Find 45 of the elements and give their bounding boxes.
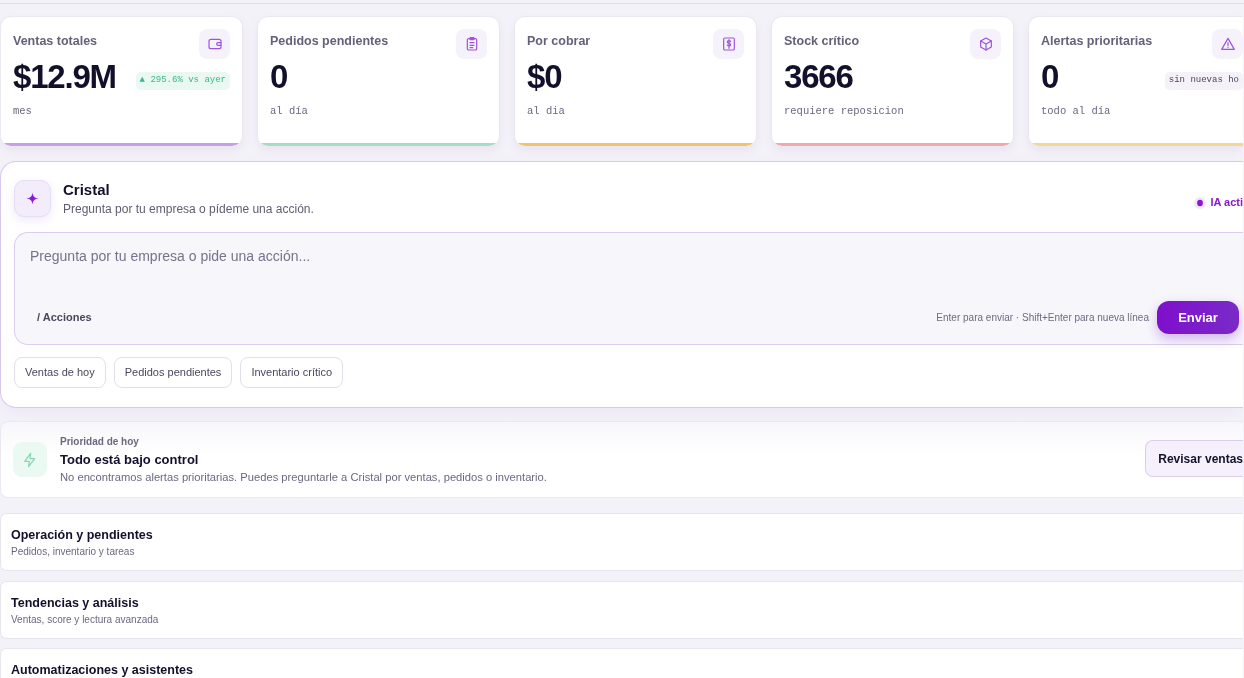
assistant-name: Cristal xyxy=(63,180,111,199)
assistant-subtitle: Pregunta por tu empresa o pídeme una acción. xyxy=(63,200,314,217)
priority-eyebrow: Prioridad de hoy xyxy=(60,434,140,448)
section-title: Automatizaciones y asistentes xyxy=(11,662,194,678)
stat-note: al dia xyxy=(527,104,566,119)
stat-label: Alertas prioritarias xyxy=(1041,33,1153,49)
wallet-icon xyxy=(206,36,223,52)
actions-link[interactable]: / Acciones xyxy=(37,309,92,326)
stat-value: 0 xyxy=(1041,59,1059,95)
dollar-note-icon xyxy=(720,36,737,52)
priority-title: Todo está bajo control xyxy=(60,450,200,468)
stat-value: 0 xyxy=(270,59,288,95)
stat-note: mes xyxy=(13,104,33,119)
trend-tag: ▲ 295.6% vs ayer xyxy=(135,72,230,90)
keyboard-hint: Enter para enviar · Shift+Enter para nueva línea xyxy=(936,311,1149,325)
warning-triangle-icon xyxy=(1219,36,1236,52)
section-title: Operación y pendientes xyxy=(11,527,154,543)
stat-label: Por cobrar xyxy=(527,33,591,49)
section-title: Tendencias y análisis xyxy=(11,595,140,611)
box-icon xyxy=(977,36,994,52)
stat-value: 3666 xyxy=(784,59,853,95)
section-header[interactable]: Tendencias y análisis Ventas, score y lectura avanzada xyxy=(0,581,1243,639)
stat-value: $0 xyxy=(527,59,562,95)
suggestion-chip[interactable]: Inventario crítico xyxy=(240,357,344,388)
section-subtitle: Pedidos, inventario y tareas xyxy=(11,545,136,558)
lightning-icon xyxy=(22,451,38,468)
stat-note: al día xyxy=(270,104,309,119)
suggestion-chip[interactable]: Ventas de hoy xyxy=(14,357,106,388)
section-subtitle: Ventas, score y lectura avanzada xyxy=(11,613,160,626)
stat-note: todo al día xyxy=(1041,104,1112,119)
stat-label: Stock crítico xyxy=(784,33,860,49)
stat-value: $12.9M xyxy=(13,59,116,95)
section-header[interactable]: Operación y pendientes Pedidos, inventario y tareas xyxy=(0,513,1243,571)
status-label: IA acti xyxy=(1210,195,1243,211)
suggestion-chip[interactable]: Pedidos pendientes xyxy=(113,357,233,388)
review-sales-button[interactable]: Revisar ventas xyxy=(1145,440,1243,477)
stat-label: Ventas totales xyxy=(13,33,98,49)
message-input[interactable]: Pregunta por tu empresa o pide una acción... / Acciones Enter para enviar · Shift+Enter para nueva línea Enviar xyxy=(14,232,1243,345)
trend-tag: sin nuevas ho xyxy=(1164,72,1243,90)
priority-description: No encontramos alertas prioritarias. Puedes preguntarle a Cristal por ventas, pedidos o inventario. xyxy=(60,469,547,485)
sparkle-icon xyxy=(26,192,39,205)
stat-label: Pedidos pendientes xyxy=(270,33,389,49)
section-header[interactable]: Automatizaciones y asistentes xyxy=(0,648,1243,678)
send-button[interactable]: Enviar xyxy=(1157,301,1239,334)
stat-note: requiere reposicion xyxy=(784,104,905,119)
